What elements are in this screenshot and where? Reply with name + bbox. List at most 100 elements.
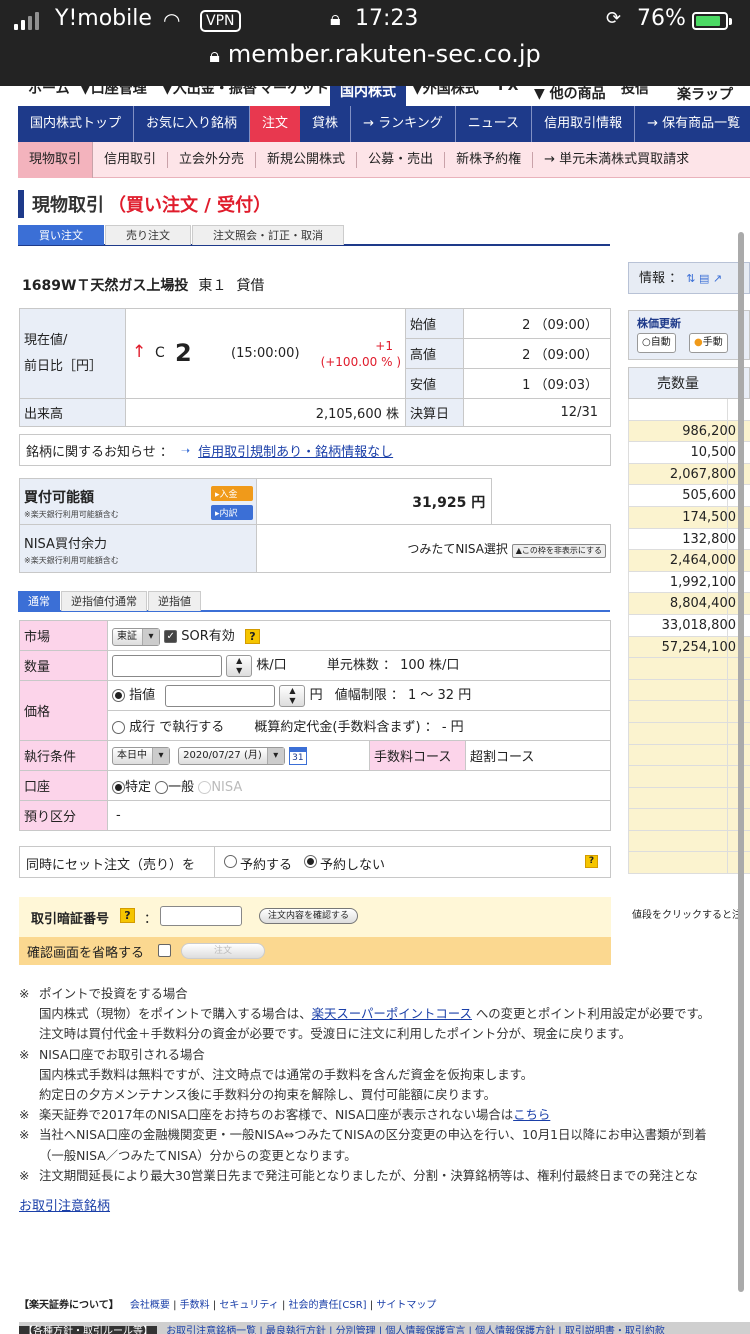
qty-stepper[interactable]: ▲ ▼ [226,654,253,677]
subnav2-rights[interactable]: 新株予約権 [445,151,534,168]
limit-radio[interactable] [112,689,125,703]
condition-select[interactable]: 本日中 [112,746,170,765]
skip-checkbox[interactable] [158,944,171,957]
volume-label: 出来高 [19,398,126,427]
qty-label: 数量 [19,650,108,681]
tab-stop[interactable]: 逆指値 [148,591,201,611]
subnav-favorites[interactable]: お気に入り銘柄 [134,106,251,142]
carrier-label: Y!mobile [55,6,152,31]
no-reserve-radio[interactable] [304,855,317,868]
footer-policy-links[interactable]: お取引注意銘柄一覧 | 最良執行方針 | 分別管理 | 個人情報保護宣言 | 個… [166,1326,665,1334]
book-row[interactable]: 8,804,400 [628,593,750,615]
subnav2-po[interactable]: 公募・売出 [357,151,446,168]
subnav-top[interactable]: 国内株式トップ [18,106,135,142]
high-label: 高値 [405,338,464,369]
tab-buy[interactable]: 買い注文 [18,225,104,245]
nav-home[interactable]: ホーム [28,86,70,98]
fee-label: 手数料コース [369,740,466,771]
qty-input[interactable] [112,654,222,677]
footer-link[interactable]: 会社概要 [130,1300,170,1311]
breakdown-button[interactable]: ▸内訳 [211,505,253,520]
caution-stocks-link[interactable]: お取引注意銘柄 [19,1195,110,1214]
nav-deposit[interactable]: ▼入出金・振替 [162,86,257,98]
specific-label: 特定 [125,780,152,795]
scrollbar[interactable] [738,232,744,1292]
book-row[interactable]: 1,992,100 [628,571,750,594]
nav-fx[interactable]: FX [498,86,518,94]
book-row[interactable]: 2,067,800 [628,463,750,486]
subnav2-cash[interactable]: 現物取引 [18,141,94,178]
price-input[interactable] [165,684,276,707]
market-select[interactable]: 東証 [112,627,160,646]
no-reserve-label: 予約しない [320,858,386,873]
nav-fund[interactable]: 投信 [621,86,649,98]
sort-icon[interactable]: ⇅ ▤ ↗ [686,272,722,285]
subnav2-ipo[interactable]: 新規公開株式 [256,151,358,168]
market-order-radio[interactable] [112,721,125,734]
tab-order-inquiry[interactable]: 注文照会・訂正・取消 [192,225,344,245]
set-order-label: 同時にセット注文（売り）を [26,858,196,873]
book-row [628,830,750,853]
sor-checkbox[interactable]: ✓ [164,630,178,644]
subnav-holdings[interactable]: → 保有商品一覧 [635,106,750,142]
subnav-lending[interactable]: 貸株 [300,106,352,142]
skip-confirm-row: 確認画面を省略する 注文 [19,937,611,965]
subnav2-margin[interactable]: 信用取引 [93,151,169,168]
subnav-margin-info[interactable]: 信用取引情報 [532,106,636,142]
tab-sell[interactable]: 売り注文 [105,225,191,245]
nav-other[interactable]: ▼ 他の商品 [534,86,606,103]
settle-label: 決算日 [405,398,464,427]
subnav-ranking[interactable]: → ランキング [351,106,456,142]
tab-normal[interactable]: 通常 [18,591,60,611]
manual-button[interactable]: ●手動 [689,333,728,353]
book-row[interactable]: 505,600 [628,485,750,507]
book-row[interactable]: 2,464,000 [628,550,750,572]
book-row[interactable]: 132,800 [628,528,750,551]
book-row[interactable]: 986,200 [628,420,750,443]
deposit-button[interactable]: ▸入金 [211,486,253,501]
general-account-radio[interactable] [155,781,169,794]
high-value: 2 （09:00） [463,338,611,369]
nav-account[interactable]: ▼口座管理 [80,86,147,98]
note-item: （一般NISA／つみたてNISA）分からの変更となります。 [39,1147,357,1163]
subnav2-offfloor[interactable]: 立会外分売 [168,151,257,168]
specific-account-radio[interactable] [112,781,125,794]
password-input[interactable] [160,906,242,926]
book-row [628,766,750,788]
book-row[interactable]: 174,500 [628,506,750,529]
footer-link[interactable]: セキュリティ [219,1300,278,1311]
nisa-help-link[interactable]: こちら [513,1107,550,1122]
skip-label: 確認画面を省略する [27,946,145,961]
auto-button[interactable]: ○自動 [637,333,676,353]
nav-rakuwrap[interactable]: 楽ラップ [677,86,733,104]
nav-foreign-stock[interactable]: ▼外国株式 [412,86,479,98]
low-value: 1 （09:03） [463,368,611,399]
book-row[interactable]: 57,254,100 [628,636,750,659]
confirm-order-button[interactable]: 注文内容を確認する [259,908,359,924]
book-row[interactable]: 33,018,800 [628,614,750,637]
calendar-icon[interactable]: 31 [288,746,307,765]
hide-frame-button[interactable]: ▲この枠を非表示にする [511,543,606,558]
footer-link[interactable]: サイトマップ [376,1300,436,1311]
book-row [628,787,750,810]
help-icon[interactable]: ? [585,855,598,868]
reserve-radio[interactable] [224,855,237,868]
point-course-link[interactable]: 楽天スーパーポイントコース [312,1006,472,1021]
help-icon[interactable]: ? [244,629,260,645]
address-bar[interactable]: 🔒︎ member.rakuten-sec.co.jp [0,40,750,68]
date-select[interactable]: 2020/07/27 (月) [178,746,285,765]
nav-domestic-stock[interactable]: 国内株式 [330,86,406,106]
clock: 17:23 [355,6,419,31]
subnav2-odd-lot[interactable]: → 単元未満株式買取請求 [533,152,700,168]
price-stepper[interactable]: ▲ ▼ [279,684,306,707]
nav-market[interactable]: マーケット [259,86,329,98]
help-icon[interactable]: ? [120,908,135,923]
tab-stop-normal[interactable]: 逆指値付通常 [61,591,147,611]
footer-link[interactable]: 手数料 [180,1300,210,1311]
subnav-order[interactable]: 注文 [250,106,301,142]
top-nav: ホーム ▼口座管理 ▼入出金・振替 マーケット 国内株式 ▼外国株式 FX ▼ … [0,86,750,106]
notice-link[interactable]: 信用取引規制あり・銘柄情報なし [198,441,393,460]
book-row[interactable]: 10,500 [628,442,750,464]
footer-link[interactable]: 社会的責任[CSR] [289,1300,367,1311]
subnav-news[interactable]: ニュース [456,106,533,142]
